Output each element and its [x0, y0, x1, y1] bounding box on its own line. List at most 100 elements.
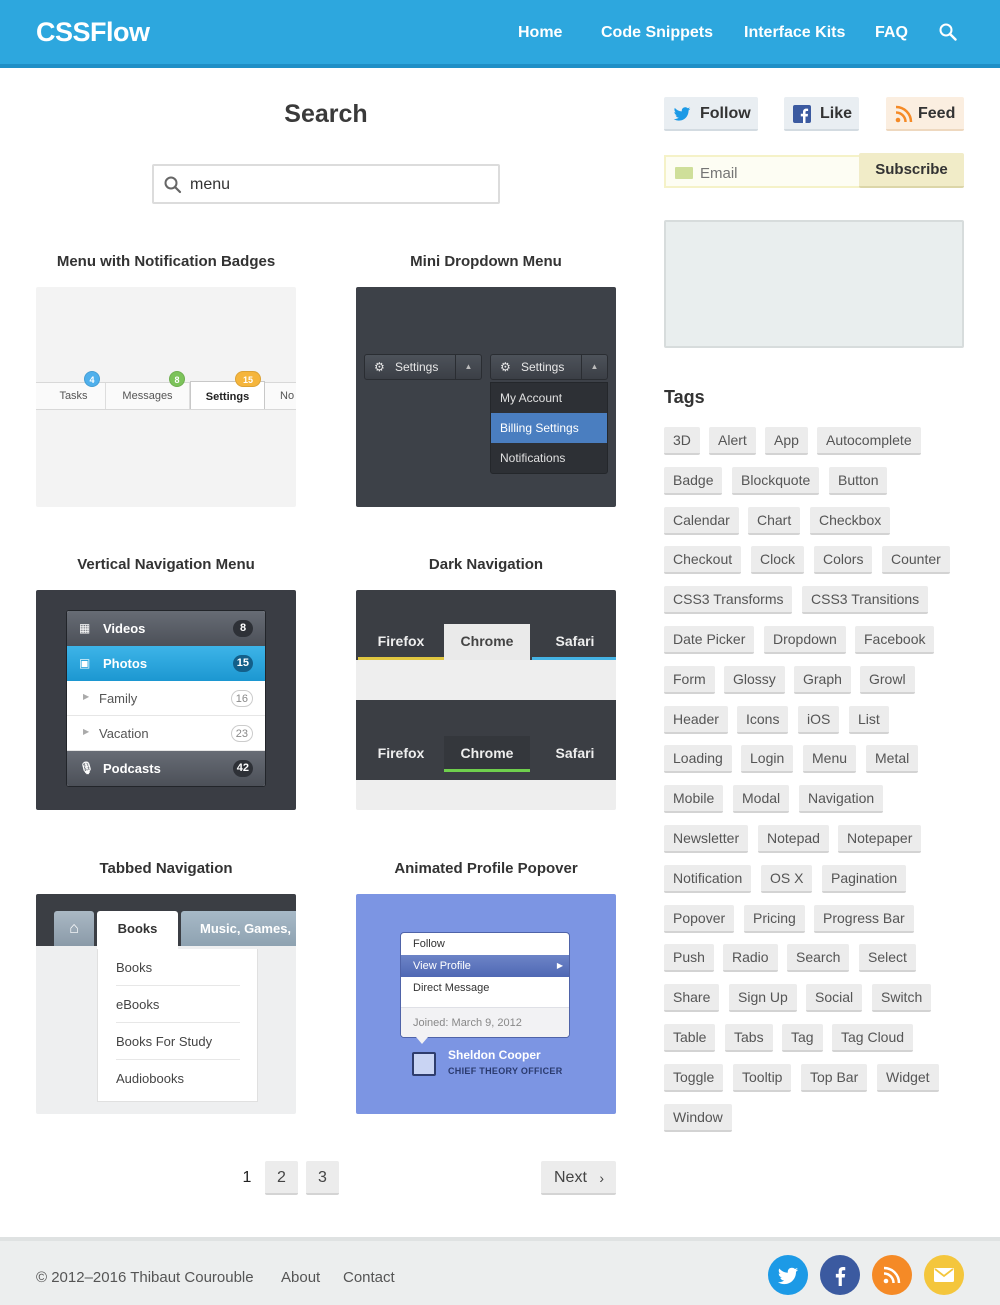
card-preview-profile-popover[interactable]: Follow View Profile ▶ Direct Message Joi… — [356, 894, 616, 1114]
tag-app[interactable]: App — [765, 427, 808, 455]
tag-tabs[interactable]: Tabs — [725, 1024, 773, 1052]
facebook-icon[interactable] — [820, 1255, 860, 1295]
tag-share[interactable]: Share — [664, 984, 720, 1012]
tag-chart[interactable]: Chart — [748, 507, 801, 535]
tag-switch[interactable]: Switch — [872, 984, 932, 1012]
search-icon[interactable] — [939, 23, 957, 41]
feed-button[interactable]: Feed — [886, 97, 964, 131]
tag-facebook[interactable]: Facebook — [855, 626, 935, 654]
profile-popover: Follow View Profile ▶ Direct Message Joi… — [400, 932, 570, 1038]
nav-faq[interactable]: FAQ — [875, 24, 908, 42]
footer-link-about[interactable]: About — [281, 1269, 320, 1286]
card-preview-notification-badges[interactable]: Tasks Messages Settings No 4 8 15 — [36, 287, 296, 507]
card-title[interactable]: Tabbed Navigation — [36, 860, 296, 877]
page-1[interactable]: 1 — [236, 1161, 258, 1195]
tag-alert[interactable]: Alert — [709, 427, 756, 455]
next-button[interactable]: Next › — [541, 1161, 616, 1195]
tag-sign-up[interactable]: Sign Up — [729, 984, 797, 1012]
envelope-icon[interactable] — [924, 1255, 964, 1295]
tag-button[interactable]: Button — [829, 467, 888, 495]
email-field[interactable] — [700, 163, 850, 183]
tag-menu[interactable]: Menu — [803, 745, 857, 773]
search-input[interactable] — [190, 174, 480, 196]
tag-newsletter[interactable]: Newsletter — [664, 825, 749, 853]
card-preview-dark-navigation[interactable]: Firefox Chrome Safari Firefox Chrome Saf… — [356, 590, 616, 810]
search-box[interactable] — [152, 164, 500, 204]
tag-checkout[interactable]: Checkout — [664, 546, 742, 574]
card-title[interactable]: Mini Dropdown Menu — [356, 253, 616, 270]
tag-css3-transitions[interactable]: CSS3 Transitions — [802, 586, 929, 614]
tag-autocomplete[interactable]: Autocomplete — [817, 427, 921, 455]
tag-pagination[interactable]: Pagination — [822, 865, 907, 893]
tag-toggle[interactable]: Toggle — [664, 1064, 724, 1092]
page-3[interactable]: 3 — [306, 1161, 339, 1195]
tag-list[interactable]: List — [849, 706, 889, 734]
tag-tag-cloud[interactable]: Tag Cloud — [832, 1024, 914, 1052]
tag-popover[interactable]: Popover — [664, 905, 735, 933]
tag-tooltip[interactable]: Tooltip — [733, 1064, 792, 1092]
nav-code-snippets[interactable]: Code Snippets — [601, 24, 713, 42]
like-button[interactable]: Like — [784, 97, 859, 131]
page-2[interactable]: 2 — [265, 1161, 298, 1195]
tag-dropdown[interactable]: Dropdown — [764, 626, 846, 654]
tag-glossy[interactable]: Glossy — [724, 666, 785, 694]
tag-modal[interactable]: Modal — [733, 785, 790, 813]
tag-window[interactable]: Window — [664, 1104, 732, 1132]
tag-icons[interactable]: Icons — [737, 706, 789, 734]
tag-social[interactable]: Social — [806, 984, 863, 1012]
card-title[interactable]: Menu with Notification Badges — [36, 253, 296, 270]
tag-header[interactable]: Header — [664, 706, 728, 734]
site-logo[interactable]: CSSFlow — [36, 17, 150, 48]
nav-interface-kits[interactable]: Interface Kits — [744, 24, 845, 42]
tag-colors[interactable]: Colors — [814, 546, 873, 574]
tag-os-x[interactable]: OS X — [761, 865, 813, 893]
card-title[interactable]: Dark Navigation — [356, 556, 616, 573]
tag-date-picker[interactable]: Date Picker — [664, 626, 755, 654]
tag-calendar[interactable]: Calendar — [664, 507, 739, 535]
tag-progress-bar[interactable]: Progress Bar — [814, 905, 914, 933]
tag-checkbox[interactable]: Checkbox — [810, 507, 891, 535]
tag-notepad[interactable]: Notepad — [758, 825, 829, 853]
tag-widget[interactable]: Widget — [877, 1064, 939, 1092]
tag-mobile[interactable]: Mobile — [664, 785, 724, 813]
tag-radio[interactable]: Radio — [723, 944, 778, 972]
tab-music-games: Music, Games, — [181, 911, 296, 946]
tag-search[interactable]: Search — [787, 944, 850, 972]
tag-tag[interactable]: Tag — [782, 1024, 823, 1052]
tag-select[interactable]: Select — [859, 944, 916, 972]
tag-badge[interactable]: Badge — [664, 467, 723, 495]
tag-3d[interactable]: 3D — [664, 427, 700, 455]
dark-nav-bar: Firefox Chrome Safari — [356, 700, 616, 780]
tag-loading[interactable]: Loading — [664, 745, 732, 773]
card-preview-tabbed-navigation[interactable]: ⌂ Books Music, Games, Books eBooks Books… — [36, 894, 296, 1114]
tag-notepaper[interactable]: Notepaper — [838, 825, 922, 853]
tag-pricing[interactable]: Pricing — [744, 905, 805, 933]
card-preview-vertical-nav[interactable]: ▦ Videos 8 ▣ Photos 15 ▶ Family 16 ▶ Vac… — [36, 590, 296, 810]
tag-clock[interactable]: Clock — [751, 546, 805, 574]
card-preview-mini-dropdown[interactable]: ⚙ Settings ▲ ⚙ Settings ▲ My Account Bil… — [356, 287, 616, 507]
tag-counter[interactable]: Counter — [882, 546, 950, 574]
footer-link-contact[interactable]: Contact — [343, 1269, 395, 1286]
tag-notification[interactable]: Notification — [664, 865, 752, 893]
tag-blockquote[interactable]: Blockquote — [732, 467, 820, 495]
tag-metal[interactable]: Metal — [866, 745, 919, 773]
card-title[interactable]: Animated Profile Popover — [356, 860, 616, 877]
dark-nav-tab: Chrome — [444, 736, 530, 772]
tag-growl[interactable]: Growl — [860, 666, 915, 694]
rss-icon[interactable] — [872, 1255, 912, 1295]
nav-home[interactable]: Home — [518, 24, 562, 42]
tag-css3-transforms[interactable]: CSS3 Transforms — [664, 586, 793, 614]
tag-form[interactable]: Form — [664, 666, 715, 694]
tag-push[interactable]: Push — [664, 944, 714, 972]
email-field-wrap[interactable] — [664, 155, 860, 188]
tag-top-bar[interactable]: Top Bar — [801, 1064, 868, 1092]
tag-table[interactable]: Table — [664, 1024, 716, 1052]
card-title[interactable]: Vertical Navigation Menu — [36, 556, 296, 573]
tag-ios[interactable]: iOS — [798, 706, 840, 734]
tag-navigation[interactable]: Navigation — [799, 785, 884, 813]
tag-graph[interactable]: Graph — [794, 666, 851, 694]
twitter-icon[interactable] — [768, 1255, 808, 1295]
subscribe-button[interactable]: Subscribe — [859, 153, 964, 188]
tag-login[interactable]: Login — [741, 745, 794, 773]
follow-button[interactable]: Follow — [664, 97, 758, 131]
